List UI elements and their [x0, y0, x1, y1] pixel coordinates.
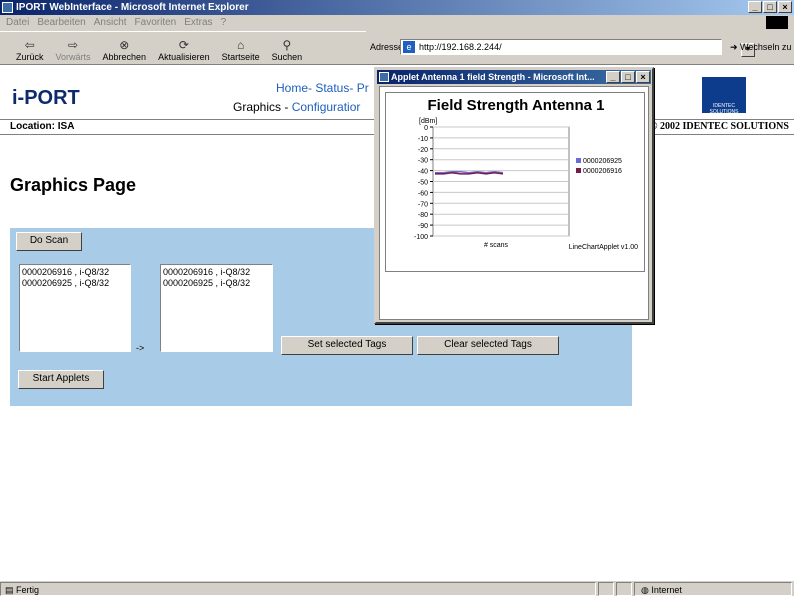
popup-ie-icon — [379, 72, 389, 82]
chart-svg: 0 -10 -20 -30 -40 -50 -60 -70 -80 -90 -100 [dBm] # s… — [414, 118, 638, 251]
status-zone: Internet — [651, 585, 682, 595]
status-text: Fertig — [16, 585, 40, 595]
address-label: Adresse — [370, 42, 404, 52]
maximize-button[interactable]: □ — [763, 1, 777, 13]
menu-edit[interactable]: Bearbeiten — [37, 15, 85, 30]
list-item[interactable]: 0000206925 , i-Q8/32 — [22, 278, 128, 289]
clear-selected-tags-button[interactable]: Clear selected Tags — [417, 336, 559, 355]
line-chart: Field Strength Antenna 1 0 -10 -20 -30 -40 -5… — [385, 92, 645, 272]
popup-close-button[interactable]: × — [636, 71, 650, 83]
popup-maximize-button[interactable]: □ — [621, 71, 635, 83]
toolbar: ⇦ Zurück ⇨ Vorwärts ⊗ Abbrechen ⟳ Aktual… — [0, 31, 366, 63]
selected-tags-list[interactable]: 0000206916 , i-Q8/32 0000206925 , i-Q8/3… — [160, 264, 273, 352]
status-cell — [598, 582, 614, 596]
nav-graphics[interactable]: Graphics - — [233, 100, 292, 114]
y-tick-label: -30 — [418, 158, 428, 165]
identec-logo: IDENTEC SOLUTIONS — [702, 77, 746, 115]
nav-links-line1[interactable]: Home- Status- Pr — [276, 81, 369, 95]
nav-links-line2: Graphics - Configuratior — [233, 100, 360, 114]
y-tick-label: -70 — [418, 201, 428, 208]
y-tick-label: -50 — [418, 180, 428, 187]
page-icon: e — [403, 41, 415, 53]
iport-logo: i-PORT — [12, 87, 80, 110]
y-tick-label: -100 — [414, 234, 428, 241]
menu-view[interactable]: Ansicht — [94, 15, 127, 30]
back-button[interactable]: ⇦ Zurück — [10, 32, 50, 63]
applet-popup-window: Applet Antenna 1 field Strength - Micros… — [374, 67, 654, 324]
back-arrow-icon: ⇦ — [24, 38, 35, 52]
location-label: Location: ISA — [10, 121, 75, 132]
minimize-button[interactable]: _ — [748, 1, 762, 13]
popup-minimize-button[interactable]: _ — [606, 71, 620, 83]
back-label: Zurück — [16, 52, 44, 62]
list-item[interactable]: 0000206916 , i-Q8/32 — [163, 267, 270, 278]
forward-button[interactable]: ⇨ Vorwärts — [50, 32, 97, 63]
globe-icon: ◍ — [641, 585, 649, 595]
close-button[interactable]: × — [778, 1, 792, 13]
set-selected-tags-button[interactable]: Set selected Tags — [281, 336, 413, 355]
go-label: Wechseln zu — [740, 42, 792, 52]
status-page-icon: ▤ — [5, 585, 14, 595]
do-scan-button[interactable]: Do Scan — [16, 232, 82, 251]
go-button[interactable]: ➜ Wechseln zu — [730, 37, 791, 57]
popup-title: Applet Antenna 1 field Strength - Micros… — [391, 72, 595, 82]
legend-swatch — [576, 168, 581, 173]
stop-button[interactable]: ⊗ Abbrechen — [97, 32, 153, 63]
address-url: http://192.168.2.244/ — [419, 42, 502, 52]
forward-label: Vorwärts — [55, 52, 91, 62]
y-tick-label: -90 — [418, 223, 428, 230]
list-item[interactable]: 0000206916 , i-Q8/32 — [22, 267, 128, 278]
menu-tools[interactable]: Extras — [184, 15, 212, 30]
move-arrow: -> — [136, 343, 145, 353]
identec-logo-text: IDENTEC SOLUTIONS — [709, 103, 739, 115]
address-bar: Adresse e http://192.168.2.244/ ▼ ➜ Wech… — [366, 37, 794, 57]
window-title: IPORT WebInterface - Microsoft Internet … — [16, 2, 249, 13]
available-tags-list[interactable]: 0000206916 , i-Q8/32 0000206925 , i-Q8/3… — [19, 264, 131, 352]
stop-icon: ⊗ — [119, 38, 130, 52]
y-tick-label: 0 — [424, 125, 428, 132]
stop-label: Abbrechen — [102, 52, 147, 62]
list-item[interactable]: 0000206925 , i-Q8/32 — [163, 278, 270, 289]
search-label: Suchen — [271, 52, 303, 62]
page-title: Graphics Page — [10, 175, 137, 195]
applet-version-label: LineChartApplet v1.00 — [569, 244, 638, 251]
menu-bar: Datei Bearbeiten Ansicht Favoriten Extra… — [0, 15, 794, 30]
y-tick-label: -40 — [418, 169, 428, 176]
legend-swatch — [576, 158, 581, 163]
menu-file[interactable]: Datei — [6, 15, 29, 30]
iport-logo-text: i-PORT — [12, 87, 80, 109]
refresh-button[interactable]: ⟳ Aktualisieren — [152, 32, 216, 63]
status-cell — [616, 582, 632, 596]
status-text-cell: ▤ Fertig — [0, 582, 596, 596]
address-input[interactable]: e http://192.168.2.244/ ▼ — [400, 39, 755, 57]
ie-icon — [2, 2, 13, 13]
forward-arrow-icon: ⇨ — [67, 38, 79, 52]
y-axis-label: [dBm] — [419, 118, 437, 125]
window-titlebar: IPORT WebInterface - Microsoft Internet … — [0, 0, 794, 15]
legend-label: 0000206925 — [583, 158, 622, 165]
windows-logo-icon — [766, 16, 788, 29]
applet-area: Field Strength Antenna 1 0 -10 -20 -30 -40 -5… — [379, 86, 649, 320]
nav-configuration[interactable]: Configuratior — [292, 100, 361, 114]
legend-label: 0000206916 — [583, 168, 622, 175]
menu-favorites[interactable]: Favoriten — [135, 15, 177, 30]
refresh-label: Aktualisieren — [158, 52, 210, 62]
menu-help[interactable]: ? — [221, 15, 227, 30]
home-icon: ⌂ — [237, 38, 245, 52]
copyright-text: © 2002 IDENTEC SOLUTIONS — [650, 121, 789, 132]
start-applets-button[interactable]: Start Applets — [18, 370, 104, 389]
x-axis-label: # scans — [484, 242, 509, 249]
status-zone-cell: ◍ Internet — [634, 582, 792, 596]
y-tick-label: -60 — [418, 190, 428, 197]
y-tick-label: -80 — [418, 212, 428, 219]
status-bar: ▤ Fertig ◍ Internet — [0, 580, 794, 596]
search-button[interactable]: ⚲ Suchen — [266, 32, 309, 63]
home-button[interactable]: ⌂ Startseite — [216, 32, 266, 63]
search-icon: ⚲ — [282, 38, 292, 52]
refresh-icon: ⟳ — [178, 38, 189, 52]
home-label: Startseite — [221, 52, 260, 62]
y-tick-label: -20 — [418, 147, 428, 154]
y-tick-label: -10 — [418, 136, 428, 143]
